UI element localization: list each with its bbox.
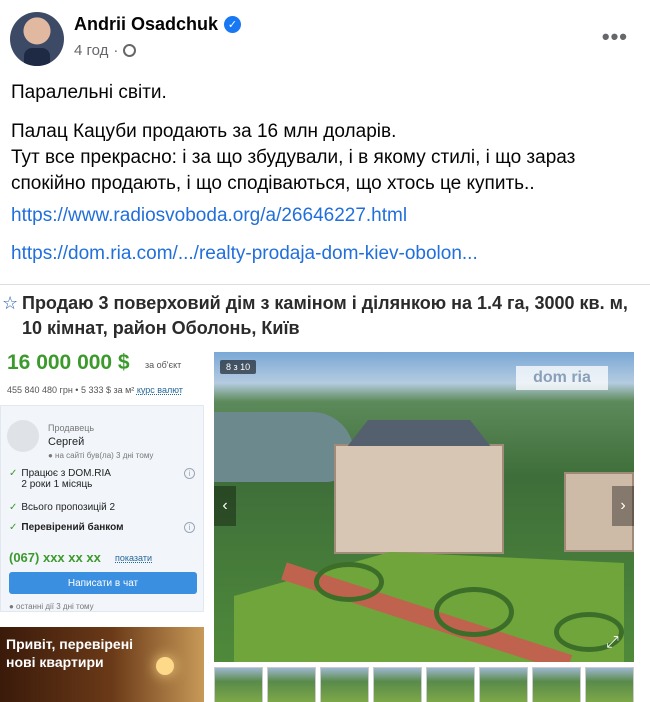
meta-separator: · xyxy=(113,42,119,59)
seller-label: Продавець xyxy=(48,423,95,433)
works-with-label: Працює з DOM.RIA xyxy=(21,468,111,479)
seller-row-offers: ✓ Всього пропозицій 2 xyxy=(9,502,115,513)
photo-thumbnail xyxy=(426,667,475,702)
photo-thumbnail xyxy=(373,667,422,702)
price-uah: 455 840 480 грн • 5 333 $ за м² курс вал… xyxy=(7,385,183,395)
post-link-domria[interactable]: https://dom.ria.com/.../realty-prodaja-d… xyxy=(11,243,478,265)
ad-banner: Привіт, перевірені нові квартири xyxy=(0,627,204,702)
photo-counter: 8 з 10 xyxy=(220,360,257,374)
seller-avatar xyxy=(7,420,39,452)
photo-thumbnails xyxy=(214,667,634,702)
post-text-line2: Палац Кацуби продають за 16 млн доларів. xyxy=(11,121,397,142)
photo-thumbnail xyxy=(320,667,369,702)
seller-phone: (067) xxx xx xx xyxy=(9,550,101,565)
post-text-line1: Паралельні світи. xyxy=(11,82,167,103)
photo-hedge xyxy=(314,562,384,602)
next-photo-arrow-icon: › xyxy=(612,486,634,526)
price-note: за об'єкт xyxy=(145,360,182,370)
author-row: Andrii Osadchuk ✓ xyxy=(74,14,242,35)
check-icon: ✓ xyxy=(9,502,18,513)
expand-icon: ⤢ xyxy=(606,634,619,651)
favorite-star-icon: ☆ xyxy=(2,293,19,313)
globe-icon xyxy=(123,44,137,57)
author-avatar[interactable] xyxy=(10,12,64,66)
seller-name: Сергей xyxy=(48,436,85,448)
listing-price: 16 000 000 $ xyxy=(7,351,130,374)
seller-offers-text: Всього пропозицій 2 xyxy=(21,502,116,513)
post-time[interactable]: 4 год xyxy=(74,42,108,59)
price-uah-value: 455 840 480 грн • 5 333 $ за м² xyxy=(7,385,135,395)
photo-hedge xyxy=(434,587,514,637)
photo-thumbnail xyxy=(532,667,581,702)
domria-watermark: dom ria xyxy=(516,366,608,390)
photo-river xyxy=(214,412,354,482)
check-icon: ✓ xyxy=(9,468,18,479)
more-options-button[interactable]: ••• xyxy=(602,24,628,50)
listing-screenshot[interactable]: ☆ Продаю 3 поверховий дім з каміном і ді… xyxy=(0,284,650,702)
ad-text: Привіт, перевірені нові квартири xyxy=(6,636,134,670)
photo-thumbnail xyxy=(585,667,634,702)
seller-row-works-with: ✓ Працює з DOM.RIA 2 роки 1 місяць xyxy=(9,468,111,490)
listing-main-photo: 8 з 10 dom ria ‹ › ⤢ xyxy=(214,352,634,662)
info-icon: i xyxy=(184,468,195,479)
post-meta: 4 год · xyxy=(74,42,137,59)
currency-rates-link: курс валют xyxy=(136,385,183,395)
photo-palace xyxy=(334,444,504,554)
verified-icon: ✓ xyxy=(224,16,242,33)
write-chat-button: Написати в чат xyxy=(9,572,197,594)
check-icon: ✓ xyxy=(9,522,18,533)
photo-thumbnail xyxy=(214,667,263,702)
post-text-body: Палац Кацуби продають за 16 млн доларів.… xyxy=(11,119,641,197)
photo-thumbnail xyxy=(479,667,528,702)
seller-bank-verified-text: Перевірений банком xyxy=(21,522,124,533)
prev-photo-arrow-icon: ‹ xyxy=(214,486,236,526)
listing-title: Продаю 3 поверховий дім з каміном і діля… xyxy=(22,293,628,338)
info-icon: i xyxy=(184,522,195,533)
photo-thumbnail xyxy=(267,667,316,702)
chat-button-label: Написати в чат xyxy=(67,577,139,589)
show-phone-link: показати xyxy=(115,553,153,563)
seller-last-seen: ● останні дії 3 дні тому xyxy=(9,602,94,611)
author-name[interactable]: Andrii Osadchuk xyxy=(74,14,218,35)
seller-row-bank-verified: ✓ Перевірений банком xyxy=(9,522,124,533)
post-text-line3: Тут все прекрасно: і за що збудували, і … xyxy=(11,147,576,194)
works-with-duration: 2 роки 1 місяць xyxy=(21,479,93,490)
post-link-radiosvoboda[interactable]: https://www.radiosvoboda.org/a/26646227.… xyxy=(11,205,407,227)
seller-card: Продавець Сергей ● на сайті був(ла) 3 дн… xyxy=(0,405,204,612)
ad-lamp-image xyxy=(156,657,174,675)
seller-row-works-with-text: Працює з DOM.RIA 2 роки 1 місяць xyxy=(21,468,111,490)
seller-online-status: ● на сайті був(ла) 3 дні тому xyxy=(48,451,154,460)
